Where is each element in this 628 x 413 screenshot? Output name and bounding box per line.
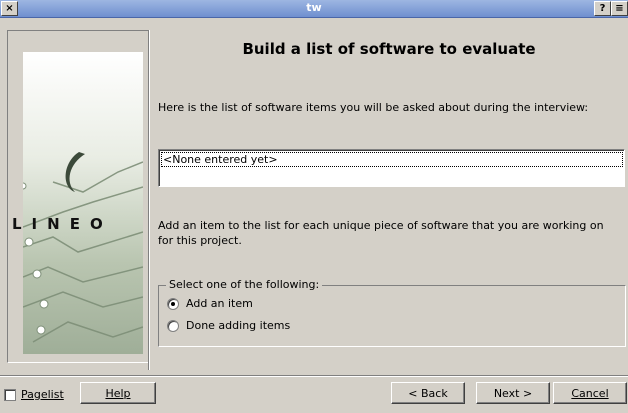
window-title: tw: [306, 1, 322, 14]
cancel-button[interactable]: Cancel: [553, 382, 627, 404]
instructions-text: Add an item to the list for each unique …: [158, 219, 604, 247]
page-title: Build a list of software to evaluate: [242, 40, 536, 58]
lineo-logo-art: [23, 52, 143, 354]
side-divider: [148, 30, 150, 370]
next-label: Next >: [493, 386, 533, 400]
help-label: Help: [105, 386, 131, 400]
option-add-item[interactable]: Add an item: [167, 296, 253, 311]
group-label: Select one of the following:: [166, 278, 323, 291]
cancel-label: Cancel: [571, 386, 609, 400]
help-title-button[interactable]: ?: [594, 1, 611, 16]
intro-text: Here is the list of software items you w…: [158, 101, 589, 114]
bottom-separator: [0, 375, 628, 377]
radio-unselected-icon[interactable]: [167, 319, 179, 332]
radio-selected-icon[interactable]: [167, 297, 179, 310]
next-button[interactable]: Next >: [476, 382, 550, 404]
options-group: [158, 285, 626, 347]
checkbox-icon[interactable]: [4, 388, 16, 401]
option-label: Add an item: [186, 297, 253, 310]
option-label: Done adding items: [186, 319, 291, 332]
circuit-icon: [23, 152, 143, 343]
list-item[interactable]: <None entered yet>: [161, 152, 623, 167]
option-done-adding[interactable]: Done adding items: [167, 318, 290, 333]
pagelist-label: Pagelist: [21, 388, 64, 401]
question-icon: ?: [599, 3, 606, 14]
back-label: < Back: [408, 386, 448, 400]
software-list[interactable]: <None entered yet>: [158, 149, 625, 187]
window-menu-button[interactable]: ≡: [611, 1, 628, 16]
pagelist-checkbox-row[interactable]: Pagelist: [4, 388, 64, 401]
lineo-logo: LINEO: [12, 215, 113, 233]
title-bar: × tw ? ≡: [0, 0, 628, 18]
back-button[interactable]: < Back: [391, 382, 465, 404]
help-button[interactable]: Help: [80, 382, 156, 404]
menu-icon: ≡: [615, 3, 624, 14]
